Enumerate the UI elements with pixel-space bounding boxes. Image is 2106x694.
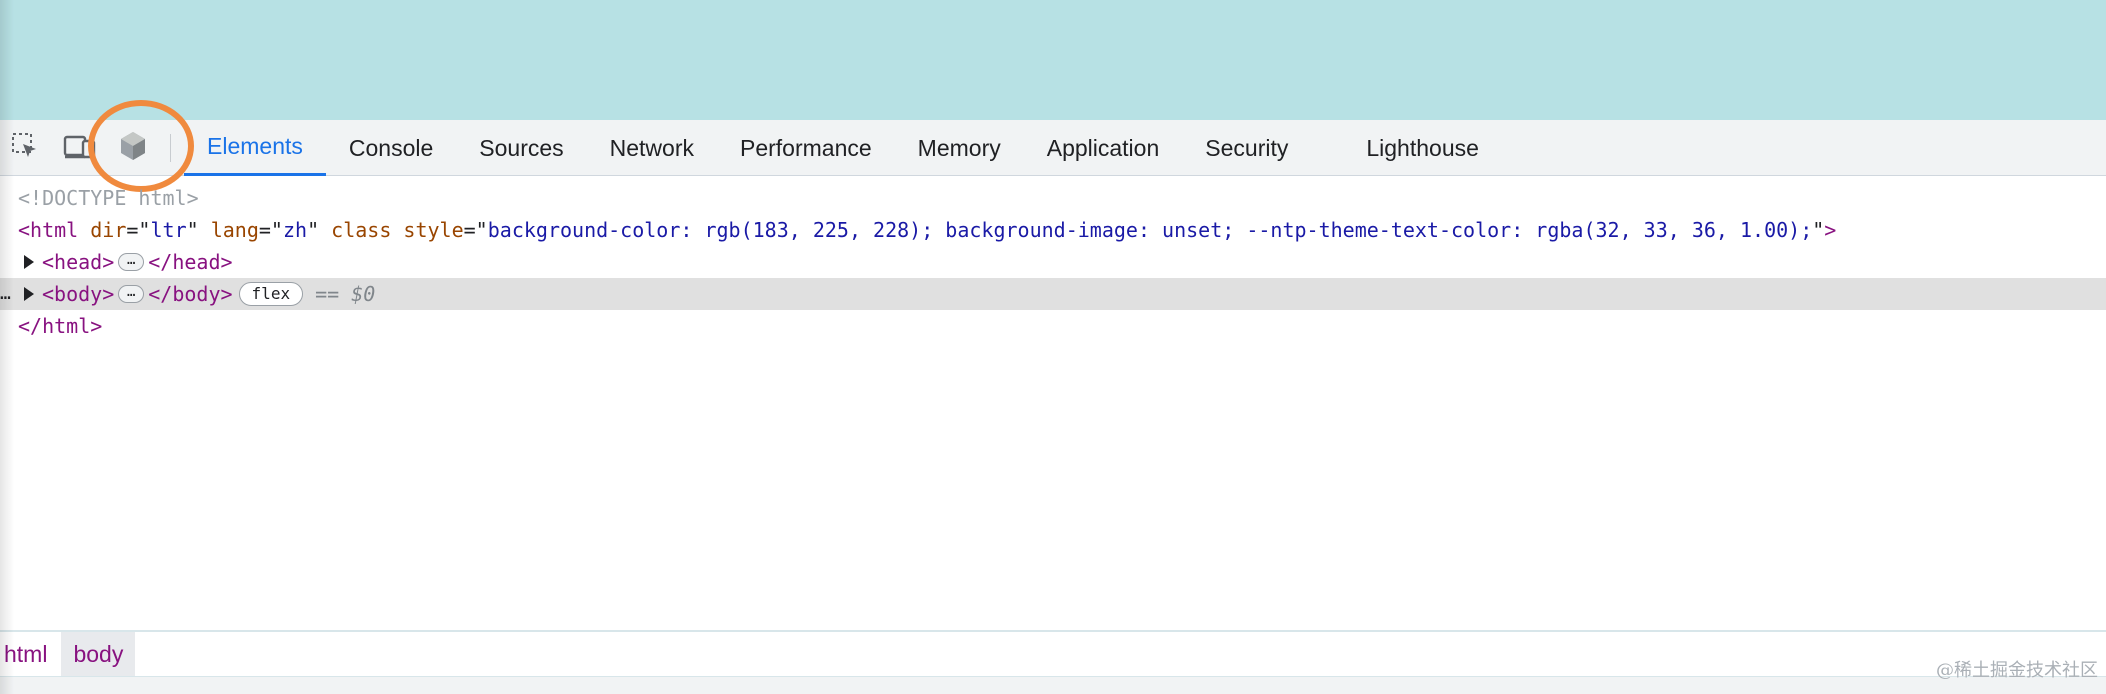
head-open-tag: <head> — [42, 250, 115, 274]
dom-tree: <!DOCTYPE html> <html dir="ltr" lang="zh… — [0, 182, 2106, 342]
panel-tabs: Elements Console Sources Network Perform… — [184, 120, 1502, 176]
body-node-selected[interactable]: … <body>… </body> flex == $0 — [0, 278, 2106, 310]
tab-elements[interactable]: Elements — [184, 120, 326, 176]
html-close-node[interactable]: </html> — [0, 310, 2106, 342]
inspect-element-icon — [10, 131, 40, 166]
tab-network[interactable]: Network — [587, 120, 717, 176]
collapsed-children-button[interactable]: … — [118, 284, 145, 303]
extension-cube-icon — [116, 129, 150, 168]
body-close-tag: </body> — [148, 282, 233, 306]
flex-badge[interactable]: flex — [238, 281, 304, 306]
html-close-tag: </html> — [18, 314, 103, 338]
toolbar-separator — [170, 134, 171, 162]
inspect-element-button[interactable] — [0, 120, 50, 176]
console-ref-label: == $0 — [315, 282, 376, 306]
attr-value-lang[interactable]: zh — [283, 218, 307, 242]
tab-application[interactable]: Application — [1024, 120, 1183, 176]
tab-lighthouse[interactable]: Lighthouse — [1343, 120, 1502, 176]
tab-sources[interactable]: Sources — [456, 120, 586, 176]
breadcrumb: html body — [0, 630, 2106, 676]
tab-memory[interactable]: Memory — [895, 120, 1024, 176]
attr-name-lang[interactable]: lang — [211, 218, 259, 242]
expand-arrow-icon[interactable] — [24, 287, 34, 301]
expand-arrow-icon[interactable] — [24, 255, 34, 269]
devtools-panel: Elements Console Sources Network Perform… — [0, 100, 2106, 694]
attr-name-dir[interactable]: dir — [90, 218, 126, 242]
html-open-tag: <html — [18, 218, 79, 242]
body-open-tag: <body> — [42, 282, 115, 306]
attr-value-dir[interactable]: ltr — [150, 218, 186, 242]
doctype-text: <!DOCTYPE html> — [18, 186, 199, 210]
tab-security[interactable]: Security — [1182, 120, 1311, 176]
row-menu-icon[interactable]: … — [0, 278, 11, 310]
device-toolbar-icon — [63, 131, 97, 166]
watermark: @稀土掘金技术社区 — [1936, 660, 2098, 681]
page-viewport — [0, 0, 2106, 120]
html-node[interactable]: <html dir="ltr" lang="zh" class style="b… — [0, 214, 2106, 246]
extension-button[interactable] — [108, 120, 158, 176]
tab-performance[interactable]: Performance — [717, 120, 895, 176]
device-toolbar-button[interactable] — [55, 120, 105, 176]
breadcrumb-html[interactable]: html — [0, 632, 61, 676]
doctype-node[interactable]: <!DOCTYPE html> — [0, 182, 2106, 214]
attr-name-class[interactable]: class — [331, 218, 391, 242]
collapsed-children-button[interactable]: … — [118, 252, 145, 271]
breadcrumb-body[interactable]: body — [61, 632, 136, 676]
html-open-tag-close: > — [1824, 218, 1837, 242]
head-node[interactable]: <head>… </head> — [0, 246, 2106, 278]
devtools-toolbar: Elements Console Sources Network Perform… — [0, 100, 2106, 192]
drawer-handle[interactable] — [0, 676, 2106, 694]
attr-name-style[interactable]: style — [403, 218, 463, 242]
head-close-tag: </head> — [148, 250, 233, 274]
tab-console[interactable]: Console — [326, 120, 456, 176]
attr-value-style[interactable]: background-color: rgb(183, 225, 228); ba… — [488, 218, 1813, 242]
